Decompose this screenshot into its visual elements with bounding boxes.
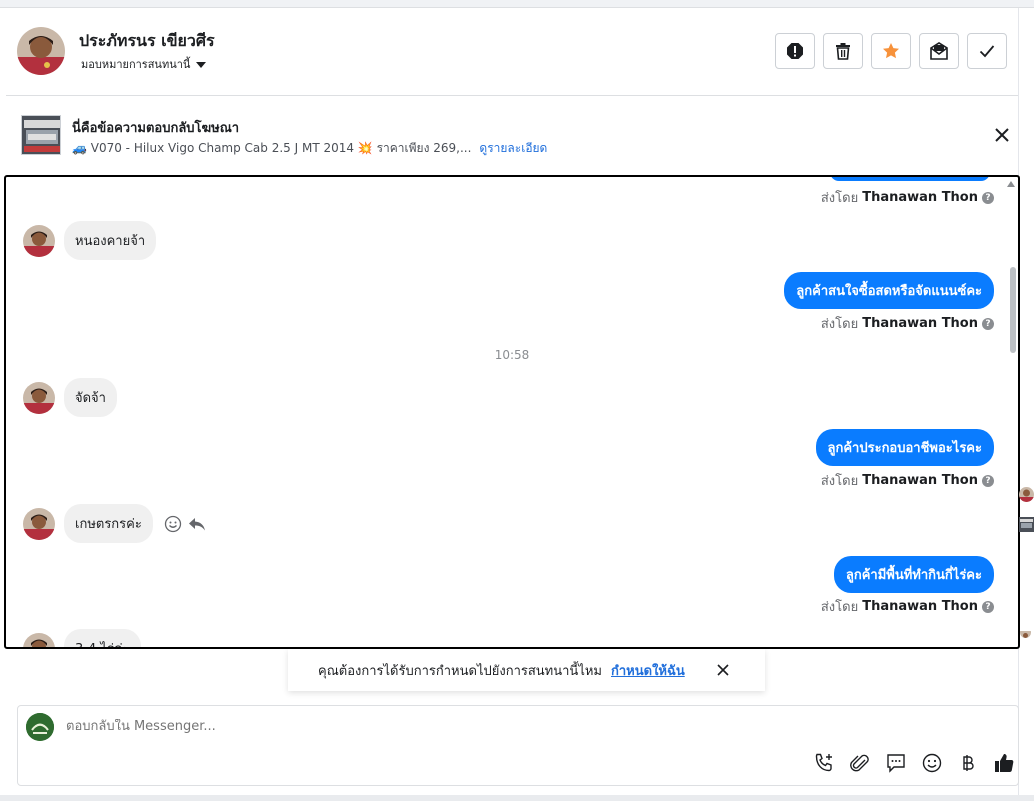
chat-bubble-icon xyxy=(887,754,905,773)
assign-prompt: คุณต้องการได้รับการกำหนดไปยังการสนทนานี้… xyxy=(288,649,765,691)
spam-icon xyxy=(787,43,803,59)
sender-name: Thanawan Thon xyxy=(862,473,978,488)
contact-avatar[interactable] xyxy=(17,27,65,75)
outgoing-message: ลูกค้ามีพื้นที่ทำกินกี่ไร่คะ xyxy=(833,556,994,593)
smiley-icon xyxy=(922,753,942,773)
sent-by-row: ส่งโดย Thanawan Thon ? xyxy=(821,313,994,334)
incoming-bubble[interactable]: หนองคายจ้า xyxy=(64,221,157,260)
chevron-down-icon xyxy=(196,61,207,68)
sent-by-prefix: ส่งโดย xyxy=(820,317,859,332)
header-actions xyxy=(775,33,1007,69)
incoming-message: หนองคายจ้า xyxy=(23,221,157,260)
close-prompt-button[interactable] xyxy=(716,663,730,677)
incoming-message: 3-4 ไร่ค่ะ xyxy=(23,629,141,647)
mark-spam-button[interactable] xyxy=(775,33,815,69)
payment-button[interactable] xyxy=(957,752,979,774)
mark-unread-button[interactable] xyxy=(919,33,959,69)
phone-add-icon xyxy=(815,753,832,772)
contact-name: ประภัทรนร เขียวศีร xyxy=(79,31,215,50)
mark-unread-icon xyxy=(930,42,948,60)
contact-avatar-small[interactable] xyxy=(23,632,55,647)
help-icon[interactable]: ? xyxy=(982,600,994,613)
trash-icon xyxy=(836,43,850,60)
ad-details-link[interactable]: ดูรายละเอียด xyxy=(479,139,547,158)
sent-by-prefix: ส่งโดย xyxy=(820,474,859,489)
assign-label: มอบหมายการสนทนานี้ xyxy=(81,58,191,71)
right-side-strip xyxy=(1018,8,1034,801)
assign-prompt-text: คุณต้องการได้รับการกำหนดไปยังการสนทนานี้… xyxy=(318,663,602,679)
sent-by-row: ส่งโดย Thanawan Thon ? xyxy=(821,187,994,208)
star-icon xyxy=(883,43,899,59)
outgoing-message: ลูกค้าประกอบอาชีพอะไรคะ xyxy=(815,429,994,466)
like-button[interactable] xyxy=(993,752,1015,774)
reply-input[interactable] xyxy=(66,719,766,734)
attach-button[interactable] xyxy=(849,752,871,774)
message-thread[interactable]: ส่งโดย Thanawan Thon ? หนองคายจ้า ลูกค้า… xyxy=(4,175,1020,649)
close-icon xyxy=(995,128,1009,142)
ad-subtitle-row: 🚙 V070 - Hilux Vigo Champ Cab 2.5 J MT 2… xyxy=(72,139,547,158)
reply-composer xyxy=(17,705,1019,786)
contact-avatar-small[interactable] xyxy=(23,381,55,414)
assign-to-me-link[interactable]: กำหนดให้ฉัน xyxy=(611,660,685,681)
contact-avatar-small[interactable] xyxy=(23,224,55,257)
react-smiley-icon[interactable] xyxy=(164,515,182,533)
paperclip-icon xyxy=(850,754,869,772)
incoming-bubble[interactable]: เกษตรกรค่ะ xyxy=(64,504,153,543)
close-icon xyxy=(717,664,729,676)
scroll-thumb[interactable] xyxy=(1010,267,1016,353)
contact-avatar-small[interactable] xyxy=(23,507,55,540)
sent-by-prefix: ส่งโดย xyxy=(820,191,859,206)
side-contact-avatar[interactable] xyxy=(1019,487,1034,502)
outgoing-message: ลูกค้าสนใจซื้อสดหรือจัดแนนซ์คะ xyxy=(784,272,994,309)
scroll-up-arrow-icon[interactable] xyxy=(1007,181,1015,187)
call-button[interactable] xyxy=(813,752,835,774)
sent-by-row: ส่งโดย Thanawan Thon ? xyxy=(821,470,994,491)
ad-thumbnail[interactable] xyxy=(21,115,61,155)
conversation-header: ประภัทรนร เขียวศีร มอบหมายการสนทนานี้ xyxy=(6,8,1018,96)
window-bottom-bar xyxy=(0,795,1034,801)
sent-by-row: ส่งโดย Thanawan Thon ? xyxy=(821,596,994,617)
chat-scrollbar[interactable] xyxy=(1006,177,1018,647)
delete-button[interactable] xyxy=(823,33,863,69)
side-contact-avatar-small[interactable] xyxy=(1020,627,1031,638)
done-icon xyxy=(979,45,995,58)
ad-title: นี่คือข้อความตอบกลับโฆษณา xyxy=(72,121,240,136)
outgoing-bubble-partial xyxy=(830,177,990,181)
incoming-message: เกษตรกรค่ะ xyxy=(23,504,206,543)
sender-name: Thanawan Thon xyxy=(862,599,978,614)
time-divider: 10:58 xyxy=(494,348,530,362)
composer-toolbar xyxy=(813,752,1015,774)
ad-reply-banner: นี่คือข้อความตอบกลับโฆษณา 🚙 V070 - Hilux… xyxy=(6,96,1018,174)
sender-name: Thanawan Thon xyxy=(862,190,978,205)
assign-dropdown[interactable]: มอบหมายการสนทนานี้ xyxy=(81,55,207,73)
message-hover-actions xyxy=(164,515,206,533)
saved-replies-button[interactable] xyxy=(885,752,907,774)
emoji-button[interactable] xyxy=(921,752,943,774)
reply-icon[interactable] xyxy=(188,515,206,533)
mark-done-button[interactable] xyxy=(967,33,1007,69)
incoming-bubble[interactable]: 3-4 ไร่ค่ะ xyxy=(64,629,141,647)
side-ad-thumbnail[interactable] xyxy=(1019,517,1034,532)
outgoing-bubble[interactable]: ลูกค้าสนใจซื้อสดหรือจัดแนนซ์คะ xyxy=(784,272,994,309)
sent-by-prefix: ส่งโดย xyxy=(820,600,859,615)
thumbs-up-icon xyxy=(995,754,1014,772)
ad-subtitle: 🚙 V070 - Hilux Vigo Champ Cab 2.5 J MT 2… xyxy=(72,141,472,155)
help-icon[interactable]: ? xyxy=(982,317,994,330)
star-button[interactable] xyxy=(871,33,911,69)
outgoing-bubble[interactable]: ลูกค้ามีพื้นที่ทำกินกี่ไร่คะ xyxy=(833,556,994,593)
baht-icon xyxy=(963,755,974,771)
window-top-bar xyxy=(0,0,1034,8)
outgoing-bubble[interactable]: ลูกค้าประกอบอาชีพอะไรคะ xyxy=(815,429,994,466)
help-icon[interactable]: ? xyxy=(982,474,994,487)
help-icon[interactable]: ? xyxy=(982,191,994,204)
sender-name: Thanawan Thon xyxy=(862,316,978,331)
incoming-message: จัดจ้า xyxy=(23,378,117,417)
page-avatar xyxy=(26,713,54,741)
close-ad-banner-button[interactable] xyxy=(993,126,1011,144)
incoming-bubble[interactable]: จัดจ้า xyxy=(64,378,117,417)
